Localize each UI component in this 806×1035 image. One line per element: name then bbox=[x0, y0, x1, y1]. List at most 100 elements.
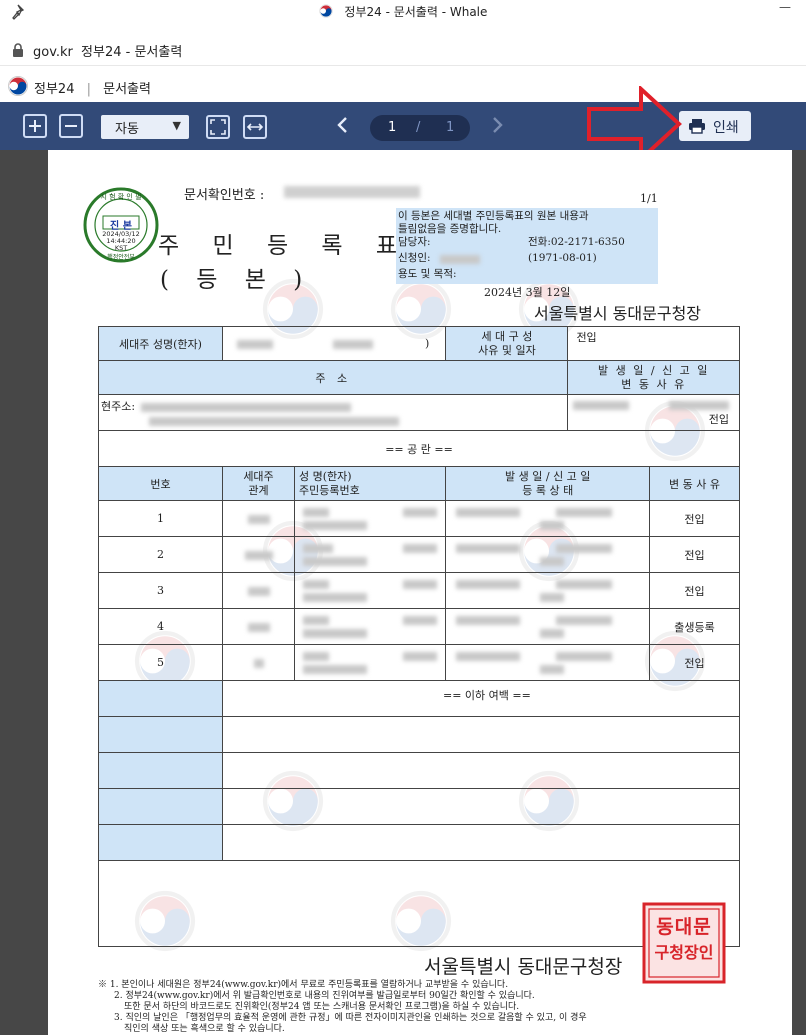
footnotes: ※ 1. 본인이나 세대원은 정부24(www.gov.kr)에서 무료로 주민… bbox=[98, 980, 738, 1035]
member-row: 2 전입 bbox=[98, 536, 740, 573]
fit-page-icon bbox=[210, 119, 226, 135]
address-empty-row: == 공 란 == bbox=[98, 430, 740, 467]
document-title: 주 민 등 록 표 bbox=[158, 233, 411, 259]
col-relation-header-1: 세대주 bbox=[243, 469, 274, 483]
next-page-button[interactable] bbox=[490, 116, 504, 139]
applicant-birth: (1971-08-01) bbox=[528, 252, 597, 264]
household-reason-value: 전입 bbox=[567, 326, 740, 361]
page-current[interactable]: 1 bbox=[388, 120, 396, 135]
app-header-text: 정부24 | 문서출력 bbox=[34, 78, 151, 97]
print-label: 인쇄 bbox=[713, 120, 739, 136]
current-address-reason: 전입 bbox=[567, 394, 740, 431]
issuing-office: 서울특별시 동대문구청장 bbox=[534, 304, 702, 323]
member-row: 1 전입 bbox=[98, 500, 740, 537]
address-url: gov.kr bbox=[33, 45, 73, 60]
doc-number-label: 문서확인번호 : bbox=[184, 188, 265, 203]
member-no: 3 bbox=[98, 572, 223, 609]
zoom-select[interactable]: 자동 ▼ bbox=[101, 115, 189, 139]
address-reason-tail: 전입 bbox=[708, 413, 729, 426]
site-name[interactable]: 정부24 bbox=[34, 82, 74, 97]
member-row: 4 출생등록 bbox=[98, 608, 740, 645]
seal-text: 시 험 확 인 필 진 본 2024/03/12 14:44:20 KST 행정… bbox=[82, 186, 160, 264]
purpose-label: 용도 및 목적: bbox=[398, 268, 457, 280]
col-relation-header-2: 관계 bbox=[248, 483, 269, 497]
member-reason: 전입 bbox=[649, 644, 740, 681]
col-date-header: 발 생 일 / 신 고 일등 록 상 태 bbox=[445, 466, 650, 501]
address-date-header: 발 생 일 / 신 고 일변 동 사 유 bbox=[567, 360, 740, 395]
address-bar[interactable]: gov.kr 정부24 - 문서출력 bbox=[0, 36, 806, 66]
head-name-paren: ) bbox=[425, 337, 430, 350]
app-header: 정부24 | 문서출력 bbox=[0, 70, 806, 102]
official-seal-text: 동대문 구청장인 bbox=[644, 912, 724, 963]
member-no: 1 bbox=[98, 500, 223, 537]
seal-line-1: 시 험 확 인 필 bbox=[100, 193, 142, 201]
printer-icon bbox=[689, 119, 705, 134]
zoom-in-button[interactable] bbox=[23, 114, 47, 138]
page-total: 1 bbox=[446, 120, 455, 135]
footnote-line: 3. 직인의 날인은 「행정업무의 효율적 운영에 관한 규정」에 따른 전자이… bbox=[114, 1013, 587, 1023]
window-titlebar: 정부24 - 문서출력 - Whale — bbox=[0, 0, 806, 24]
end-marker: == 이하 여백 == bbox=[222, 680, 740, 717]
col-date-header-2: 등 록 상 태 bbox=[522, 483, 574, 497]
col-name-header-2: 주민등록번호 bbox=[299, 483, 360, 497]
doc-number-redacted bbox=[284, 186, 420, 198]
col-name-header-1: 성 명(한자) bbox=[299, 469, 352, 483]
current-address-label: 현주소: bbox=[101, 400, 136, 413]
head-name-label: 세대주 성명(한자) bbox=[98, 326, 223, 361]
member-reason: 전입 bbox=[649, 536, 740, 573]
member-row: 3 전입 bbox=[98, 572, 740, 609]
window-title-text: 정부24 - 문서출력 - Whale bbox=[344, 5, 488, 19]
footnote-line: 또한 문서 하단의 바코드로도 진위확인(정부24 앱 또는 스캐너용 문서확인… bbox=[124, 1002, 520, 1012]
page-indicator[interactable]: 1 / 1 bbox=[370, 115, 470, 141]
lock-icon bbox=[13, 43, 23, 57]
address-header: 주 소 bbox=[97, 360, 569, 395]
chevron-right-icon bbox=[493, 117, 503, 133]
footnote-line: ※ 1. 본인이나 세대원은 정부24(www.gov.kr)에서 무료로 주민… bbox=[98, 980, 509, 990]
member-reason: 전입 bbox=[649, 572, 740, 609]
address-text[interactable]: gov.kr 정부24 - 문서출력 bbox=[33, 41, 182, 60]
applicant-label: 신청인: bbox=[398, 252, 431, 264]
gov24-logo-icon[interactable] bbox=[8, 76, 28, 96]
minimize-button[interactable]: — bbox=[779, 0, 793, 14]
print-button[interactable]: 인쇄 bbox=[679, 111, 751, 141]
prev-page-button[interactable] bbox=[336, 116, 350, 139]
member-no: 2 bbox=[98, 536, 223, 573]
footnote-line: 2. 정부24(www.gov.kr)에서 위 발급확인번호로 내용의 진위여부… bbox=[114, 991, 535, 1001]
member-no: 4 bbox=[98, 608, 223, 645]
household-reason-label: 세 대 구 성 사유 및 일자 bbox=[445, 326, 569, 361]
page-count: 1/1 bbox=[640, 192, 658, 205]
cert-text-1: 이 등본은 세대별 주민등록표의 원본 내용과 bbox=[398, 210, 589, 222]
chevron-down-icon: ▼ bbox=[172, 119, 181, 132]
fit-page-button[interactable] bbox=[206, 115, 230, 139]
member-no: 5 bbox=[98, 644, 223, 681]
address-date-header-1: 발 생 일 / 신 고 일 bbox=[598, 363, 710, 377]
gov-logo-icon bbox=[318, 4, 333, 18]
member-row: 5 전입 bbox=[98, 644, 740, 681]
fit-width-button[interactable] bbox=[243, 115, 267, 139]
member-reason: 출생등록 bbox=[649, 608, 740, 645]
fit-width-icon bbox=[246, 123, 264, 131]
col-name-header: 성 명(한자) 주민등록번호 bbox=[293, 466, 447, 501]
chevron-left-icon bbox=[337, 117, 347, 133]
phone-label: 전화:02-2171-6350 bbox=[528, 236, 625, 248]
household-reason-label-1: 세 대 구 성 bbox=[481, 329, 533, 343]
issue-date: 2024년 3월 12일 bbox=[484, 286, 571, 299]
col-relation-header: 세대주 관계 bbox=[222, 466, 295, 501]
document-subtitle: ( 등 본 ) bbox=[160, 267, 313, 293]
page-separator: / bbox=[416, 120, 421, 135]
zoom-out-button[interactable] bbox=[59, 114, 83, 138]
seal-line-6: 행정안전부 bbox=[107, 254, 135, 261]
head-name-value: ) bbox=[221, 326, 447, 361]
document-page: 시 험 확 인 필 진 본 2024/03/12 14:44:20 KST 행정… bbox=[48, 150, 792, 1035]
current-address: 현주소: bbox=[97, 394, 569, 431]
official-seal-text-1: 동대문 bbox=[656, 916, 712, 938]
address-date-header-2: 변 동 사 유 bbox=[621, 377, 687, 391]
header-divider: | bbox=[86, 82, 91, 97]
col-no-header: 번호 bbox=[98, 466, 223, 501]
seal-line-5: KST bbox=[114, 244, 128, 252]
col-reason-header: 변 동 사 유 bbox=[649, 466, 740, 501]
window-title: 정부24 - 문서출력 - Whale bbox=[0, 3, 806, 20]
col-date-header-1: 발 생 일 / 신 고 일 bbox=[505, 469, 591, 483]
certification-box: 이 등본은 세대별 주민등록표의 원본 내용과 틀림없음을 증명합니다. 담당자… bbox=[396, 208, 658, 284]
section-name: 문서출력 bbox=[103, 82, 151, 97]
